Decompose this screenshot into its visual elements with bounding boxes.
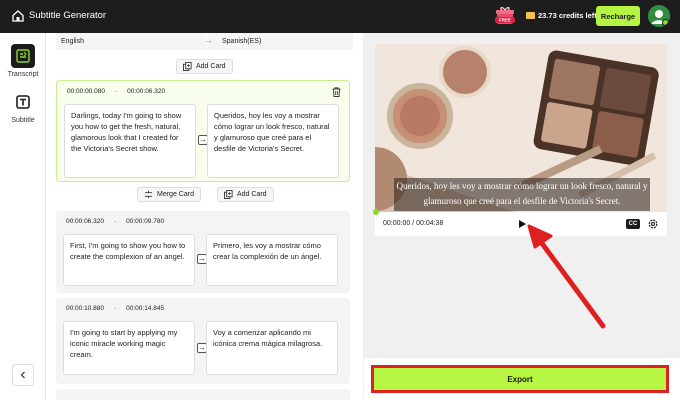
- transcript-card[interactable]: 00:00:10.880 - 00:00:14.845 I'm going to…: [56, 298, 350, 384]
- video-panel: Queridos, hoy les voy a mostrar cómo log…: [364, 33, 680, 358]
- source-text[interactable]: Darlings, today I'm going to show you ho…: [64, 104, 196, 178]
- player-controls: 00:00:00 / 00:04:38 CC: [373, 209, 667, 236]
- transcript-card[interactable]: [56, 389, 350, 400]
- transcript-icon: [16, 49, 30, 63]
- target-language[interactable]: Spanish(ES): [222, 38, 261, 45]
- sidebar-item-label: Transcript: [7, 71, 39, 78]
- chevron-left-icon: [20, 371, 25, 379]
- add-card-icon: [224, 190, 233, 199]
- start-time[interactable]: 00:00:10.880: [66, 305, 104, 312]
- start-time[interactable]: 00:00:06.320: [66, 218, 104, 225]
- credits-icon: [526, 12, 535, 19]
- source-text[interactable]: First, I'm going to show you how to crea…: [63, 234, 195, 286]
- end-time[interactable]: 00:00:14.845: [126, 305, 164, 312]
- translated-text[interactable]: Queridos, hoy les voy a mostrar cómo log…: [207, 104, 339, 178]
- recharge-button[interactable]: Recharge: [596, 6, 640, 26]
- add-card-label: Add Card: [196, 63, 226, 70]
- export-button[interactable]: Export: [371, 365, 669, 393]
- avatar[interactable]: [648, 5, 670, 27]
- progress-handle[interactable]: [373, 209, 379, 215]
- sidebar-item-transcript[interactable]: [11, 44, 35, 68]
- cc-toggle[interactable]: CC: [626, 219, 640, 229]
- card-timestamps: 00:00:00.080 - 00:00:06.320: [67, 88, 165, 95]
- subtitle-icon: [16, 95, 30, 109]
- add-card-button[interactable]: Add Card: [217, 187, 274, 202]
- home-icon[interactable]: [12, 10, 24, 22]
- transcript-card[interactable]: 00:00:06.320 - 00:00:09.780 First, I'm g…: [56, 211, 350, 293]
- end-time[interactable]: 00:00:06.320: [127, 88, 165, 95]
- free-badge-label: FREE: [499, 18, 511, 23]
- user-icon: [648, 5, 670, 27]
- merge-card-label: Merge Card: [157, 191, 194, 198]
- export-bar: Export: [364, 358, 680, 400]
- time-separator: -: [113, 305, 117, 312]
- language-row: English → Spanish(ES): [56, 33, 353, 50]
- left-rail: Transcript Subtitle: [0, 33, 46, 400]
- arrow-right-icon: →: [204, 35, 213, 45]
- time-separator: -: [113, 218, 117, 225]
- translated-text[interactable]: Voy a comenzar aplicando mi icónica crem…: [206, 321, 338, 375]
- start-time[interactable]: 00:00:00.080: [67, 88, 105, 95]
- sidebar-item-label: Subtitle: [11, 117, 35, 124]
- timecode: 00:00:00 / 00:04:38: [383, 220, 444, 227]
- transcript-panel: English → Spanish(ES) Add Card 00:00:00.…: [46, 33, 363, 400]
- subtitle-overlay: Queridos, hoy les voy a mostrar cómo log…: [394, 178, 650, 211]
- credits-display: 23.73 credits left: [526, 11, 597, 20]
- source-language[interactable]: English: [61, 38, 84, 45]
- credits-text: 23.73 credits left: [538, 11, 597, 20]
- end-time[interactable]: 00:00:09.780: [126, 218, 164, 225]
- sidebar-item-subtitle[interactable]: [11, 90, 35, 114]
- app-title: Subtitle Generator: [29, 10, 107, 21]
- trash-icon[interactable]: [332, 87, 341, 97]
- translated-text[interactable]: Primero, les voy a mostrar cómo crear la…: [206, 234, 338, 286]
- source-text[interactable]: I'm going to start by applying my iconic…: [63, 321, 195, 375]
- free-gift-badge[interactable]: FREE: [494, 6, 516, 27]
- add-card-label: Add Card: [237, 191, 267, 198]
- transcript-card[interactable]: 00:00:00.080 - 00:00:06.320 Darlings, to…: [56, 80, 350, 182]
- time-separator: -: [114, 88, 118, 95]
- add-card-button[interactable]: Add Card: [176, 59, 233, 74]
- video-preview[interactable]: Queridos, hoy les voy a mostrar cómo log…: [375, 44, 667, 212]
- merge-card-button[interactable]: Merge Card: [137, 187, 201, 202]
- collapse-panel-button[interactable]: [12, 364, 34, 386]
- card-timestamps: 00:00:10.880 - 00:00:14.845: [66, 305, 164, 312]
- gear-icon[interactable]: [647, 218, 659, 230]
- merge-icon: [144, 190, 153, 199]
- add-card-icon: [183, 62, 192, 71]
- top-bar: Subtitle Generator FREE 23.73 credits le…: [0, 0, 680, 33]
- play-icon[interactable]: [517, 219, 527, 229]
- card-timestamps: 00:00:06.320 - 00:00:09.780: [66, 218, 164, 225]
